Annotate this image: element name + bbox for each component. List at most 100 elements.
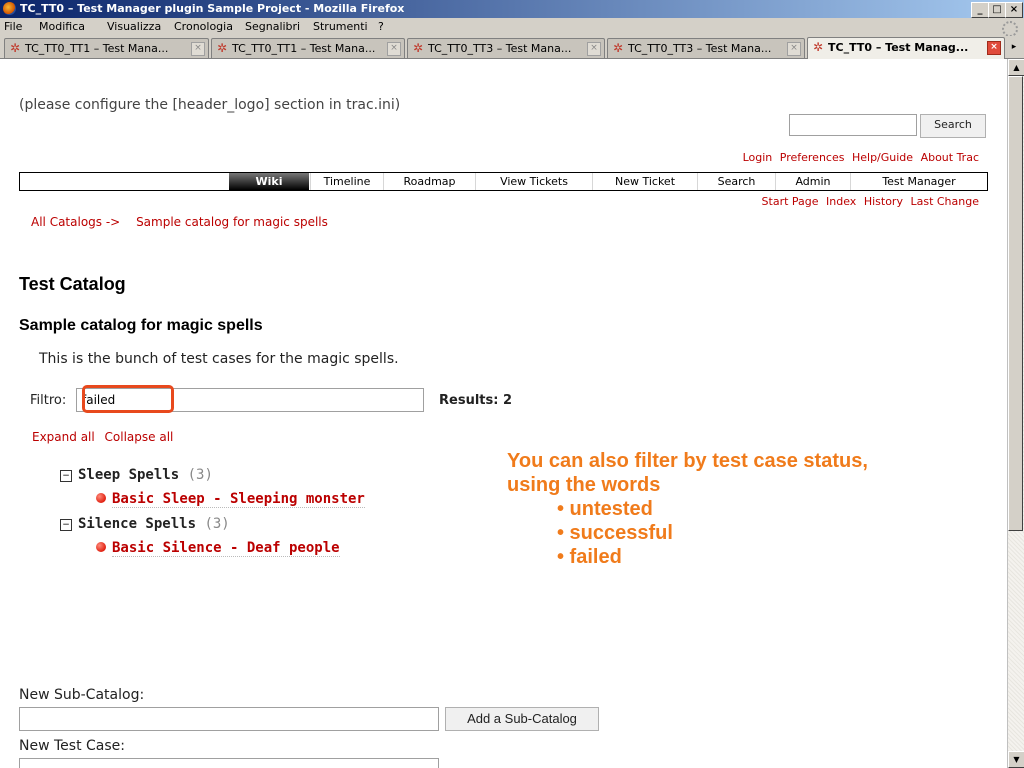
nav-roadmap[interactable]: Roadmap [383, 173, 475, 190]
filter-tip-callout: You can also filter by test case status,… [507, 449, 868, 569]
loading-throbber-icon [1002, 21, 1018, 37]
minimize-button[interactable]: _ [971, 2, 989, 18]
callout-bullet: • untested [557, 498, 653, 520]
tab-4[interactable]: ✲ TC_TT0_TT3 – Test Mana... × [607, 38, 805, 58]
search-button[interactable]: Search [920, 114, 986, 138]
scroll-up-arrow-icon[interactable]: ▲ [1008, 59, 1024, 76]
tree-testcase-row[interactable]: Basic Sleep - Sleeping monster [96, 491, 365, 508]
tab-close-icon[interactable]: × [787, 42, 801, 56]
new-testcase-label: New Test Case: [19, 738, 125, 754]
filter-label: Filtro: [30, 393, 67, 408]
callout-bullet: • failed [557, 546, 622, 568]
nav-search[interactable]: Search [697, 173, 775, 190]
new-testcase-input[interactable] [19, 758, 439, 768]
failed-status-icon [96, 542, 106, 552]
trac-favicon-icon: ✲ [413, 41, 424, 55]
breadcrumb-current-catalog[interactable]: Sample catalog for magic spells [136, 215, 328, 229]
menu-segnalibri[interactable]: Segnalibri [245, 18, 300, 36]
tab-2[interactable]: ✲ TC_TT0_TT1 – Test Mana... × [211, 38, 405, 58]
tab-1[interactable]: ✲ TC_TT0_TT1 – Test Mana... × [4, 38, 209, 58]
nav-admin[interactable]: Admin [775, 173, 850, 190]
tab-list-arrow-icon[interactable]: ▸ [1006, 38, 1022, 56]
metanav-login[interactable]: Login [743, 151, 773, 164]
tab-close-icon[interactable]: × [191, 42, 205, 56]
add-subcatalog-button[interactable]: Add a Sub-Catalog [445, 707, 599, 731]
tab-label: TC_TT0_TT1 – Test Mana... [232, 42, 376, 55]
catalog-description: This is the bunch of test cases for the … [39, 351, 399, 367]
nav-test-manager[interactable]: Test Manager [850, 173, 987, 190]
tab-label: TC_TT0_TT3 – Test Mana... [428, 42, 572, 55]
collapse-toggle-icon[interactable]: − [60, 470, 72, 482]
trac-favicon-icon: ✲ [217, 41, 228, 55]
tree-testcase-link[interactable]: Basic Silence - Deaf people [112, 540, 340, 557]
tab-label: TC_TT0_TT1 – Test Mana... [25, 42, 169, 55]
search-input[interactable] [789, 114, 917, 136]
window-titlebar: TC_TT0 – Test Manager plugin Sample Proj… [0, 0, 1024, 18]
trac-favicon-icon: ✲ [10, 41, 21, 55]
breadcrumb: All Catalogs -> Sample catalog for magic… [31, 215, 340, 229]
menu-help[interactable]: ? [378, 18, 384, 36]
new-subcatalog-input[interactable] [19, 707, 439, 731]
metanav-about[interactable]: About Trac [921, 151, 979, 164]
trac-favicon-icon: ✲ [813, 40, 824, 54]
header-logo-text: (please configure the [header_logo] sect… [19, 97, 401, 113]
ctxtnav-last-change[interactable]: Last Change [910, 195, 979, 208]
callout-line: using the words [507, 474, 661, 496]
tab-close-icon[interactable]: × [387, 42, 401, 56]
menu-modifica[interactable]: Modifica [39, 18, 85, 36]
expand-all-link[interactable]: Expand all [32, 430, 95, 444]
failed-status-icon [96, 493, 106, 503]
catalog-title: Sample catalog for magic spells [19, 317, 263, 334]
breadcrumb-all-catalogs[interactable]: All Catalogs -> [31, 215, 120, 229]
collapse-toggle-icon[interactable]: − [60, 519, 72, 531]
tab-label: TC_TT0 – Test Manag... [828, 41, 969, 54]
filter-highlight-annotation [82, 385, 174, 413]
page-title: Test Catalog [19, 274, 126, 294]
main-navigation: Wiki Timeline Roadmap View Tickets New T… [19, 172, 988, 191]
ctxtnav-start-page[interactable]: Start Page [762, 195, 819, 208]
tree-category-row[interactable]: − Silence Spells (3) [60, 516, 230, 532]
menu-visualizza[interactable]: Visualizza [107, 18, 161, 36]
scrollbar-thumb[interactable] [1008, 76, 1023, 531]
firefox-icon [3, 2, 16, 15]
close-window-button[interactable]: × [1005, 2, 1023, 18]
tab-close-icon[interactable]: × [987, 41, 1001, 55]
tree-category-count: (3) [204, 516, 230, 532]
tab-close-icon[interactable]: × [587, 42, 601, 56]
vertical-scrollbar[interactable]: ▲ ▼ [1007, 59, 1024, 768]
metanav-help[interactable]: Help/Guide [852, 151, 913, 164]
expand-collapse-links: Expand all Collapse all [32, 430, 179, 444]
collapse-all-link[interactable]: Collapse all [105, 430, 174, 444]
ctxtnav-index[interactable]: Index [826, 195, 856, 208]
tree-category-count: (3) [187, 467, 213, 483]
new-subcatalog-label: New Sub-Catalog: [19, 687, 145, 703]
ctxtnav-history[interactable]: History [864, 195, 903, 208]
metanav-preferences[interactable]: Preferences [780, 151, 845, 164]
tree-testcase-link[interactable]: Basic Sleep - Sleeping monster [112, 491, 365, 508]
window-title: TC_TT0 – Test Manager plugin Sample Proj… [20, 2, 405, 15]
maximize-button[interactable]: □ [988, 2, 1006, 18]
nav-wiki[interactable]: Wiki [229, 173, 309, 190]
menu-file[interactable]: File [4, 18, 22, 36]
menubar: File Modifica Visualizza Cronologia Segn… [0, 18, 1024, 36]
tree-category-label[interactable]: Silence Spells [78, 516, 196, 532]
context-navigation: Start Page Index History Last Change [758, 195, 979, 208]
callout-line: You can also filter by test case status, [507, 450, 868, 472]
tree-testcase-row[interactable]: Basic Silence - Deaf people [96, 540, 340, 557]
tree-category-label[interactable]: Sleep Spells [78, 467, 179, 483]
nav-view-tickets[interactable]: View Tickets [475, 173, 592, 190]
tab-bar: ✲ TC_TT0_TT1 – Test Mana... × ✲ TC_TT0_T… [0, 36, 1024, 59]
menu-strumenti[interactable]: Strumenti [313, 18, 368, 36]
tab-3[interactable]: ✲ TC_TT0_TT3 – Test Mana... × [407, 38, 605, 58]
callout-bullet: • successful [557, 522, 673, 544]
tab-label: TC_TT0_TT3 – Test Mana... [628, 42, 772, 55]
scroll-down-arrow-icon[interactable]: ▼ [1008, 751, 1024, 768]
nav-timeline[interactable]: Timeline [310, 173, 383, 190]
tab-5-active[interactable]: ✲ TC_TT0 – Test Manag... × [807, 37, 1005, 59]
tree-category-row[interactable]: − Sleep Spells (3) [60, 467, 213, 483]
metanav: Login Preferences Help/Guide About Trac [739, 151, 979, 164]
menu-cronologia[interactable]: Cronologia [174, 18, 233, 36]
page-viewport: (please configure the [header_logo] sect… [0, 59, 1007, 768]
nav-new-ticket[interactable]: New Ticket [592, 173, 697, 190]
trac-favicon-icon: ✲ [613, 41, 624, 55]
